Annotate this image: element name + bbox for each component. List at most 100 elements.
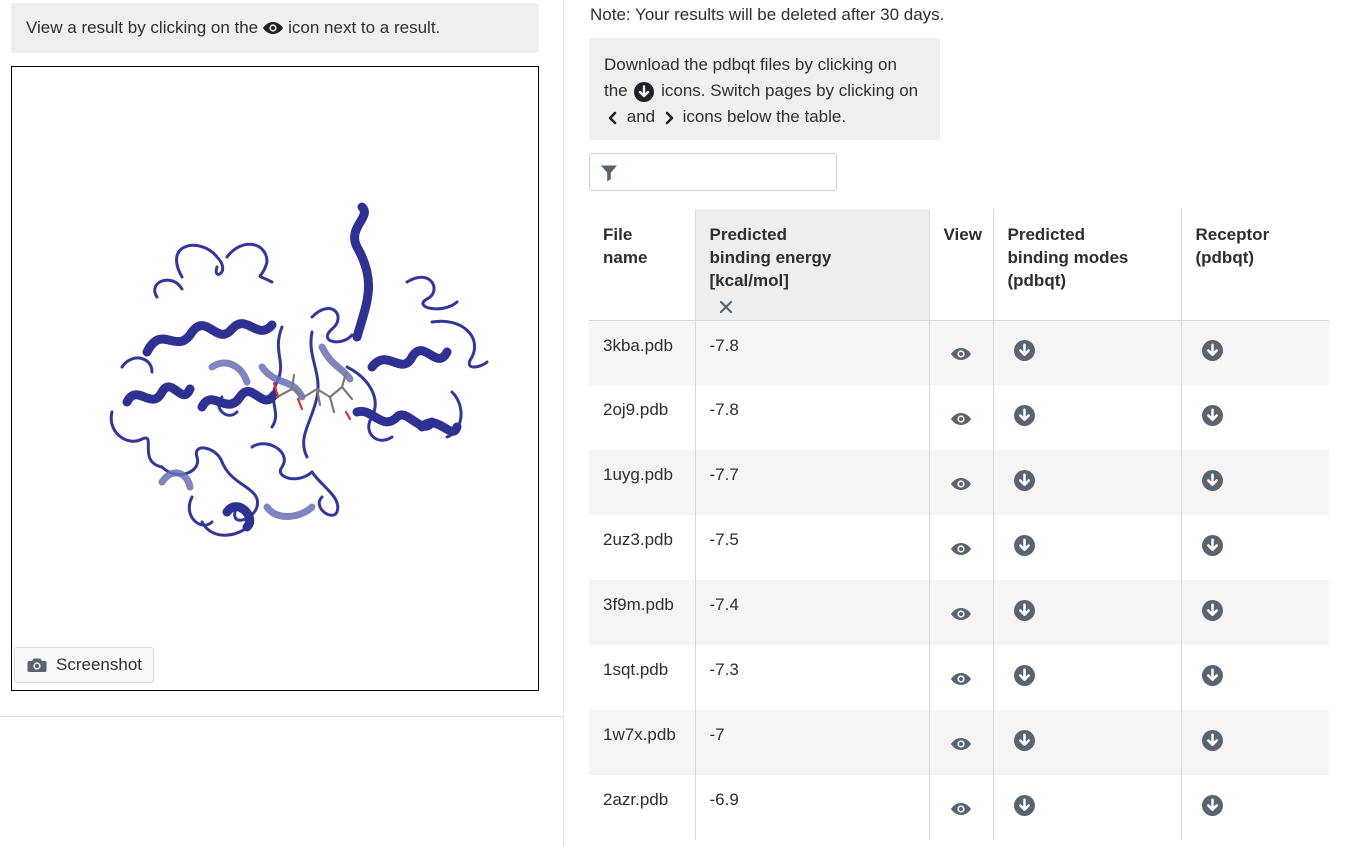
- eye-icon[interactable]: [950, 540, 972, 558]
- filter-input[interactable]: [626, 158, 826, 186]
- binding-energy-cell: -7: [694, 710, 929, 775]
- eye-icon[interactable]: [950, 670, 972, 688]
- filter-box: [589, 153, 837, 191]
- close-icon[interactable]: [718, 298, 734, 314]
- receptor-cell: [1180, 515, 1329, 580]
- filter-icon: [600, 164, 618, 182]
- view-hint-text-after: icon next to a result.: [288, 18, 441, 37]
- file-name-cell: 3f9m.pdb: [589, 580, 695, 645]
- download-binding-modes-icon[interactable]: [1014, 599, 1036, 621]
- eye-icon[interactable]: [950, 735, 972, 753]
- receptor-header-line1: Receptor: [1195, 225, 1270, 244]
- receptor-cell: [1180, 775, 1329, 840]
- view-cell: [928, 580, 993, 645]
- receptor-cell: [1180, 450, 1329, 515]
- table-row: 2uz3.pdb -7.5: [589, 515, 1329, 580]
- binding-energy-cell: -7.8: [694, 385, 929, 450]
- receptor-cell: [1180, 580, 1329, 645]
- download-binding-modes-icon[interactable]: [1014, 534, 1036, 556]
- binding-modes-cell: [992, 710, 1181, 775]
- view-cell: [928, 775, 993, 840]
- retention-note: Note: Your results will be deleted after…: [590, 5, 945, 24]
- view-cell: [928, 710, 993, 775]
- download-binding-modes-icon[interactable]: [1014, 404, 1036, 426]
- energy-header-line2: binding energy [kcal/mol]: [709, 248, 832, 290]
- table-row: 1uyg.pdb -7.7: [589, 450, 1329, 515]
- table-row: 1sqt.pdb -7.3: [589, 645, 1329, 710]
- view-hint: View a result by clicking on the icon ne…: [11, 3, 539, 53]
- download-binding-modes-icon[interactable]: [1014, 664, 1036, 686]
- binding-modes-cell: [992, 775, 1181, 840]
- download-binding-modes-icon[interactable]: [1014, 794, 1036, 816]
- file-name-cell: 3kba.pdb: [589, 320, 695, 385]
- results-panel: Note: Your results will be deleted after…: [564, 0, 1371, 846]
- view-cell: [928, 385, 993, 450]
- download-receptor-icon[interactable]: [1202, 340, 1224, 362]
- file-name-cell: 2uz3.pdb: [603, 530, 673, 549]
- eye-icon[interactable]: [950, 345, 972, 363]
- eye-icon[interactable]: [950, 410, 972, 428]
- file-name-cell: 1sqt.pdb: [603, 660, 669, 679]
- molecule-viewer[interactable]: Screenshot: [11, 66, 539, 691]
- column-header-binding-energy[interactable]: Predicted binding energy [kcal/mol]: [694, 209, 929, 321]
- binding-energy-cell: -7.3: [694, 645, 929, 710]
- table-row: 2oj9.pdb -7.8: [589, 385, 1329, 450]
- panel-divider: [0, 716, 564, 717]
- eye-icon[interactable]: [950, 475, 972, 493]
- binding-modes-cell: [992, 385, 1181, 450]
- download-hint-text-4: icons below the table.: [682, 107, 847, 126]
- receptor-cell: [1180, 645, 1329, 710]
- file-name-cell: 1w7x.pdb: [589, 710, 695, 775]
- download-receptor-icon[interactable]: [1202, 404, 1224, 426]
- column-header-view[interactable]: View: [928, 209, 993, 321]
- screenshot-button[interactable]: Screenshot: [14, 647, 154, 683]
- download-binding-modes-icon[interactable]: [1014, 340, 1036, 362]
- table-row: 1w7x.pdb -7: [589, 710, 1329, 775]
- download-binding-modes-icon[interactable]: [1014, 729, 1036, 751]
- results-table-body: 3kba.pdb -7.8 2oj9.pdb -7.8 1uyg.pdb -7.7 2uz3…: [589, 320, 1329, 840]
- view-cell: [928, 645, 993, 710]
- arrow-circle-down-icon: [634, 81, 655, 102]
- column-header-file-name[interactable]: File name: [589, 209, 695, 321]
- binding-energy-cell: -7.8: [694, 320, 929, 385]
- download-receptor-icon[interactable]: [1202, 534, 1224, 556]
- protein-structure-render: [109, 202, 489, 537]
- binding-energy-cell: -6.9: [694, 775, 929, 840]
- download-receptor-icon[interactable]: [1202, 664, 1224, 686]
- receptor-cell: [1180, 320, 1329, 385]
- download-receptor-icon[interactable]: [1202, 599, 1224, 621]
- binding-energy-cell: -7.7: [694, 450, 929, 515]
- chevron-right-icon: [662, 111, 676, 125]
- table-header-row: File name Predicted binding energy [kcal…: [589, 209, 1329, 321]
- binding-modes-cell: [992, 320, 1181, 385]
- binding-modes-cell: [992, 515, 1181, 580]
- table-row: 2azr.pdb -6.9: [589, 775, 1329, 840]
- receptor-cell: [1180, 710, 1329, 775]
- energy-header-line1: Predicted: [709, 225, 787, 244]
- download-hint: Download the pdbqt files by clicking on …: [589, 38, 940, 140]
- download-receptor-icon[interactable]: [1202, 794, 1224, 816]
- camera-icon: [27, 657, 47, 673]
- download-hint-text-2: icons. Switch pages by clicking on: [661, 81, 919, 100]
- view-hint-text-before: View a result by clicking on the: [26, 18, 259, 37]
- eye-icon[interactable]: [950, 605, 972, 623]
- file-name-cell: 2azr.pdb: [603, 790, 669, 809]
- download-binding-modes-icon[interactable]: [1014, 469, 1036, 491]
- column-header-binding-modes[interactable]: Predicted binding modes (pdbqt): [992, 209, 1181, 321]
- file-name-cell: 2oj9.pdb: [603, 400, 669, 419]
- eye-icon: [262, 20, 284, 36]
- modes-header-line3: (pdbqt): [1007, 271, 1067, 290]
- results-table: File name Predicted binding energy [kcal…: [589, 209, 1329, 840]
- viewer-panel: View a result by clicking on the icon ne…: [0, 0, 564, 846]
- chevron-left-icon: [606, 111, 620, 125]
- binding-energy-cell: -7.4: [694, 580, 929, 645]
- eye-icon[interactable]: [950, 800, 972, 818]
- download-receptor-icon[interactable]: [1202, 729, 1224, 751]
- column-header-receptor[interactable]: Receptor (pdbqt): [1180, 209, 1329, 321]
- binding-modes-cell: [992, 645, 1181, 710]
- download-receptor-icon[interactable]: [1202, 469, 1224, 491]
- modes-header-line2: binding modes: [1007, 248, 1129, 267]
- binding-modes-cell: [992, 580, 1181, 645]
- view-cell: [928, 450, 993, 515]
- receptor-header-line2: (pdbqt): [1195, 248, 1255, 267]
